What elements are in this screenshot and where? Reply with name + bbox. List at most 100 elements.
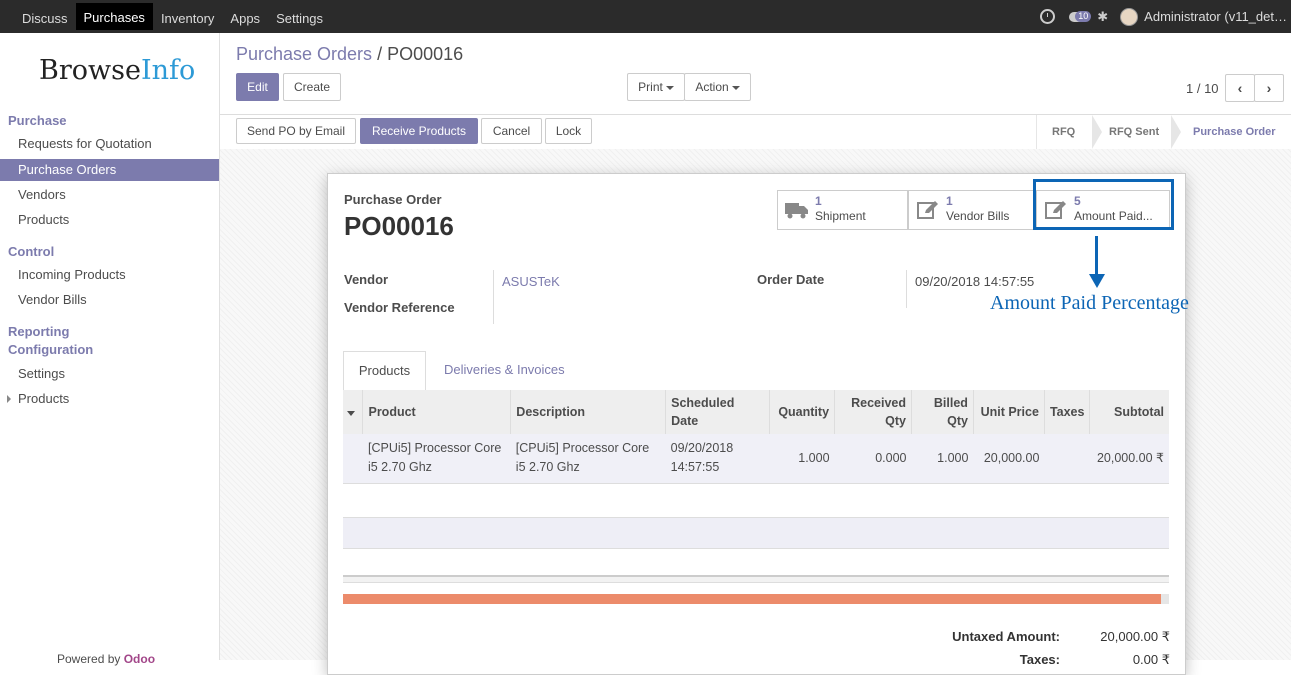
debug-bug-icon[interactable]: ✱ [1097,9,1108,25]
form-sheet: Purchase Order PO00016 1 Shipment 1 Vend… [327,173,1186,675]
cancel-button[interactable]: Cancel [481,118,542,144]
systray: 10 ✱ Administrator (v11_det… [1040,0,1291,33]
order-date-label: Order Date [757,272,825,287]
column-header-product[interactable]: Product [362,390,511,434]
vendor-reference-label: Vendor Reference [344,300,455,315]
stage-rfq[interactable]: RFQ [1052,115,1075,149]
logo-info: Info [140,55,196,86]
column-header-billed-qty[interactable]: Billed Qty [911,390,974,434]
menu-purchases[interactable]: Purchases [75,3,153,30]
cell-product: [CPUi5] Processor Core i5 2.70 Ghz [362,434,511,484]
document-name: PO00016 [344,211,454,241]
print-dropdown[interactable]: Print [627,73,685,101]
pager-value[interactable]: 1 / 10 [1186,81,1219,96]
annotation-label: Amount Paid Percentage [990,292,1189,314]
edit-icon [917,201,938,219]
cell-billed-qty: 1.000 [911,434,974,484]
shipment-label: Shipment [815,209,866,223]
activity-clock-icon[interactable] [1040,9,1056,24]
vendor-bills-smart-button[interactable]: 1 Vendor Bills [908,190,1036,230]
print-label: Print [638,80,663,94]
sidebar-item-purchase-orders[interactable]: Purchase Orders [0,159,219,181]
logo-browse: Browse [39,55,141,86]
send-po-by-email-button[interactable]: Send PO by Email [236,118,356,144]
stage-arrow [1092,115,1102,149]
sidebar-item-settings[interactable]: Settings [0,363,219,385]
order-lines-table: Product Description Scheduled Date Quant… [343,390,1169,484]
sidebar-section-configuration: Configuration [8,342,94,357]
caret-down-icon [347,411,355,416]
tab-deliveries-invoices[interactable]: Deliveries & Invoices [444,351,565,390]
amount-paid-progress-bar [343,594,1169,604]
cell-taxes [1044,434,1090,484]
sidebar-item-vendors[interactable]: Vendors [0,184,219,206]
cell-scheduled-date: 09/20/2018 14:57:55 [665,434,770,484]
row-handle [343,434,363,484]
breadcrumb-parent[interactable]: Purchase Orders [236,44,372,64]
create-button[interactable]: Create [283,73,341,101]
messages-icon[interactable]: 10 [1069,10,1092,22]
status-divider [1036,115,1037,149]
powered-brand[interactable]: Odoo [124,652,155,666]
sidebar-section-reporting[interactable]: Reporting [8,324,69,339]
sidebar-item-rfq[interactable]: Requests for Quotation [0,133,219,155]
user-menu[interactable]: Administrator (v11_det… [1144,9,1287,24]
app-menu: Discuss Purchases Inventory Apps Setting… [14,0,331,33]
action-dropdown[interactable]: Action [684,73,751,101]
chevron-right-icon: › [1266,80,1272,96]
shipment-smart-button[interactable]: 1 Shipment [777,190,908,230]
column-header-taxes[interactable]: Taxes [1043,390,1090,434]
stage-rfq-sent[interactable]: RFQ Sent [1109,115,1159,149]
breadcrumb-separator: / [377,44,383,64]
column-header-received-qty[interactable]: Received Qty [834,390,912,434]
menu-settings[interactable]: Settings [268,2,331,31]
field-divider [906,270,907,308]
notebook-tabs: Products Deliveries & Invoices [343,351,1169,391]
untaxed-amount-label: Untaxed Amount: [952,629,1060,644]
untaxed-amount-value: 20,000.00 ₹ [1100,629,1170,644]
sidebar-item-vendor-bills[interactable]: Vendor Bills [0,289,219,311]
table-row[interactable]: [CPUi5] Processor Core i5 2.70 Ghz [CPUi… [343,434,1169,484]
sidebar: BrowseInfo Purchase Requests for Quotati… [0,33,220,666]
column-header-quantity[interactable]: Quantity [769,390,835,434]
company-logo: BrowseInfo [39,55,195,86]
menu-inventory[interactable]: Inventory [153,2,222,31]
column-header-subtotal[interactable]: Subtotal [1089,390,1169,434]
menu-discuss[interactable]: Discuss [14,2,76,31]
vendor-bills-count: 1 [946,194,953,208]
breadcrumb-current: PO00016 [387,44,464,64]
edit-button[interactable]: Edit [236,73,279,101]
pager-next-button[interactable]: › [1254,74,1284,102]
stage-purchase-order: Purchase Order [1193,126,1276,138]
cell-unit-price: 20,000.00 [973,434,1045,484]
sidebar-item-incoming-products[interactable]: Incoming Products [0,264,219,286]
sidebar-item-config-products[interactable]: Products [0,388,219,410]
taxes-value: 0.00 ₹ [1132,652,1170,667]
lock-button[interactable]: Lock [545,118,592,144]
expand-caret-icon [7,395,11,403]
annotation-arrow-shaft [1095,236,1098,276]
powered-by: Powered by Odoo [57,652,155,666]
chevron-left-icon: ‹ [1237,80,1243,96]
column-header-scheduled-date[interactable]: Scheduled Date [665,390,770,434]
powered-prefix: Powered by [57,652,124,666]
column-header-unit-price[interactable]: Unit Price [972,390,1045,434]
tab-products[interactable]: Products [343,351,426,391]
vendor-value[interactable]: ASUSTeK [502,274,560,289]
table-footer-divider [343,575,1169,583]
progress-fill [343,594,1161,604]
user-avatar[interactable] [1120,7,1139,26]
cell-description: [CPUi5] Processor Core i5 2.70 Ghz [510,434,666,484]
sidebar-item-products[interactable]: Products [0,209,219,231]
top-navbar: Discuss Purchases Inventory Apps Setting… [0,0,1291,33]
menu-apps[interactable]: Apps [222,2,268,31]
column-header-description[interactable]: Description [510,390,666,434]
annotation-highlight-box [1033,179,1174,230]
pager-previous-button[interactable]: ‹ [1225,74,1255,102]
receive-products-button[interactable]: Receive Products [360,118,478,144]
action-label: Action [695,80,729,94]
message-count-badge: 10 [1075,10,1092,22]
sort-handle-header[interactable] [343,390,363,434]
table-header-row: Product Description Scheduled Date Quant… [343,390,1169,434]
truck-icon [785,203,808,219]
